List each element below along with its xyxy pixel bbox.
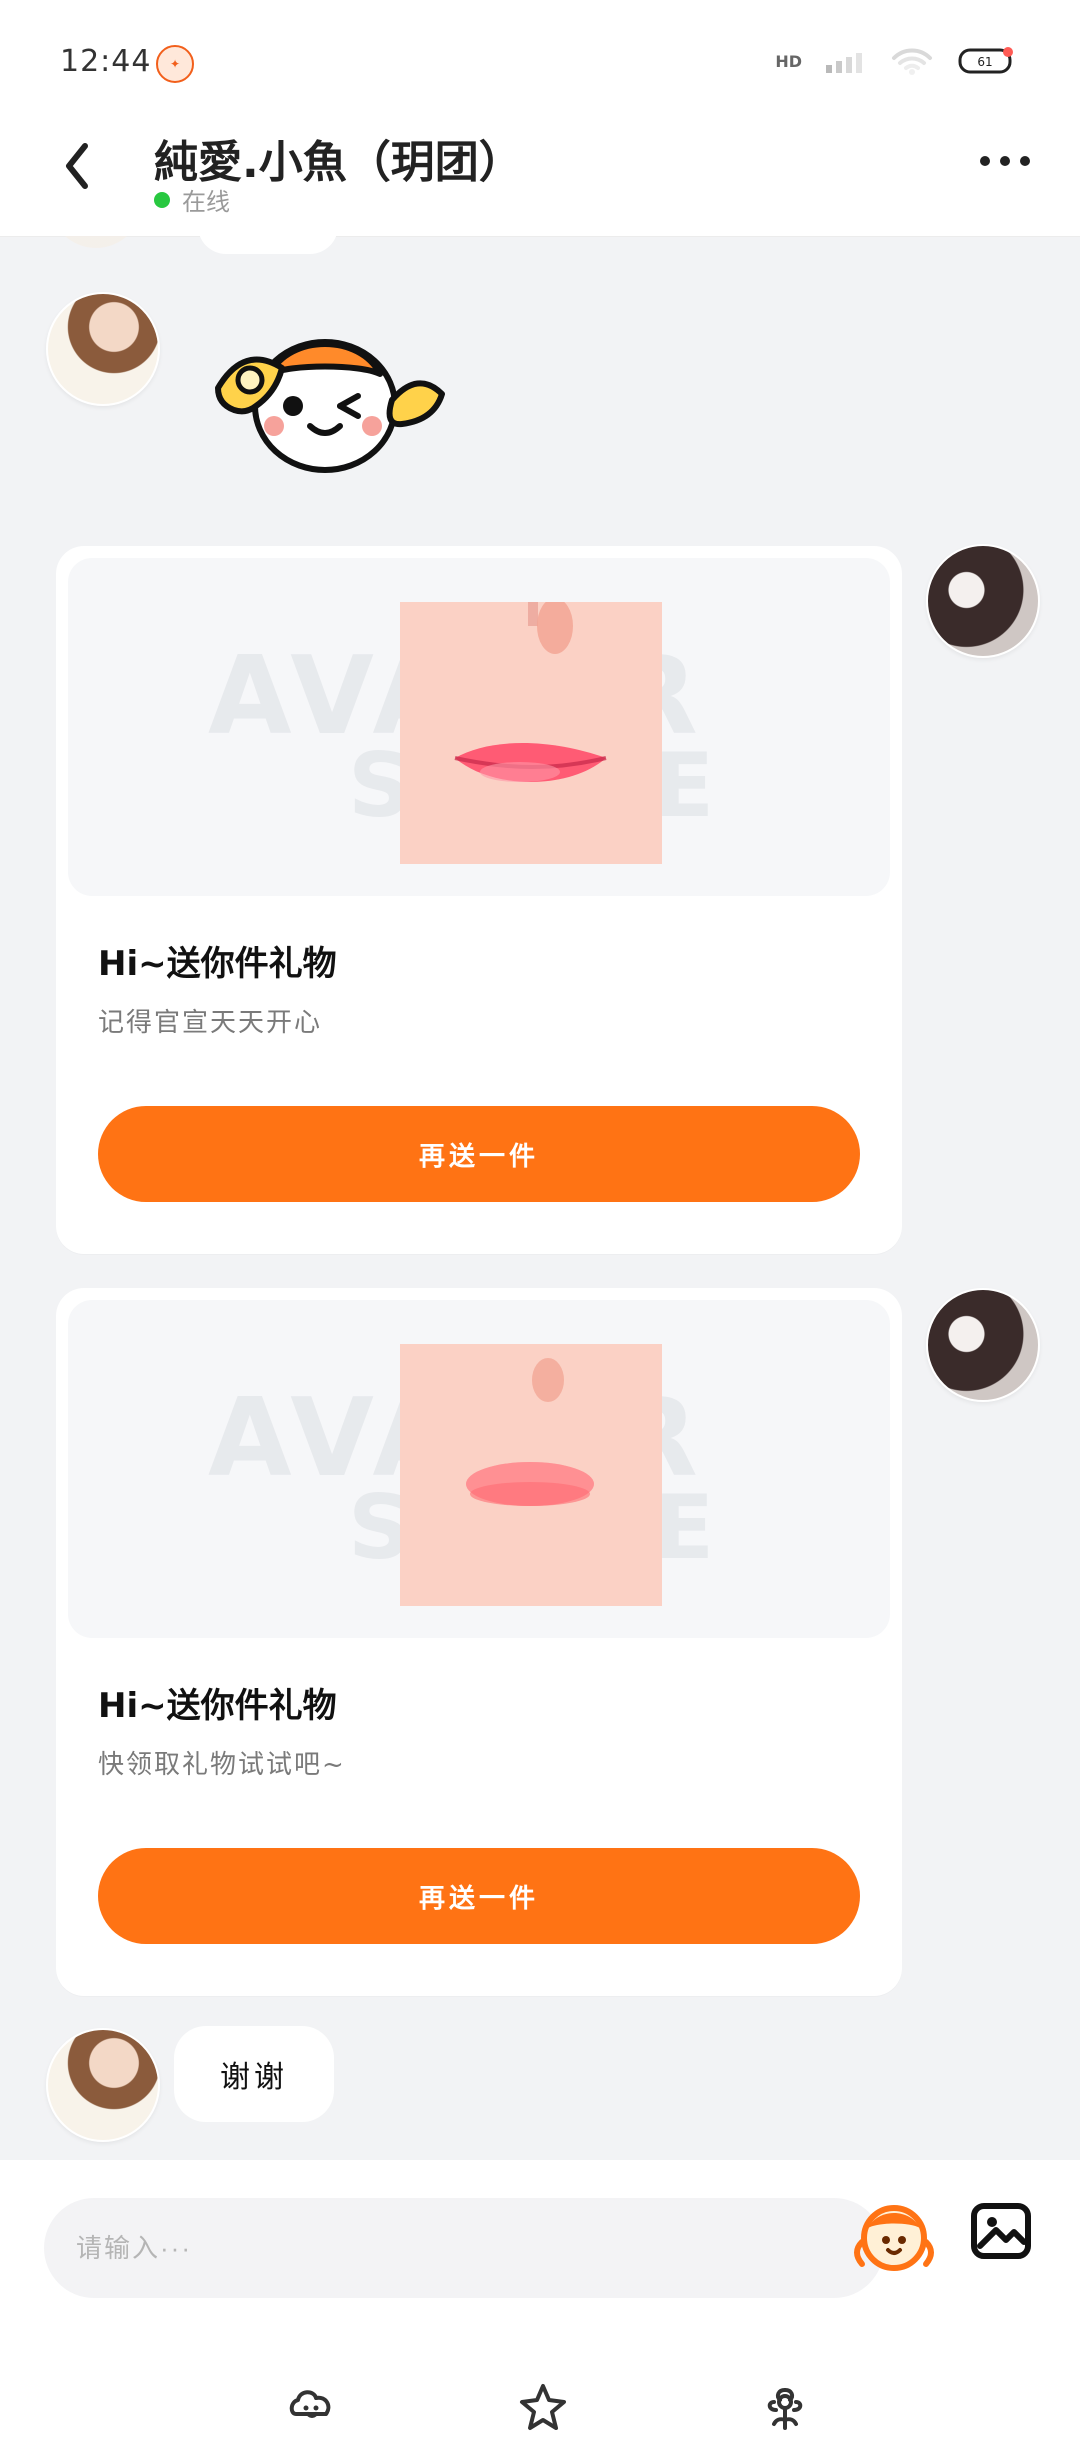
image-button[interactable] xyxy=(966,2196,1036,2266)
bottom-icons xyxy=(0,2380,1080,2440)
presence-row: 在线 xyxy=(154,182,230,217)
back-button[interactable] xyxy=(54,140,98,196)
gift-image xyxy=(400,598,662,864)
more-button[interactable] xyxy=(980,156,1030,166)
gift-description: 快领取礼物试试吧~ xyxy=(98,1750,346,1780)
contact-avatar[interactable] xyxy=(46,2028,160,2142)
composer xyxy=(0,2160,1080,2460)
gift-card: AVATAR STORE Hi~送你件礼物 快领取礼物试试吧~ 再送一件 xyxy=(56,1288,902,1996)
message-bubble: 谢谢 xyxy=(174,2026,334,2122)
gift-card: AVATAR STORE Hi~送你件礼物 记得官宣天天开心 再送一件 xyxy=(56,546,902,1254)
status-right: HD 61 xyxy=(775,44,1020,78)
tab-cloud[interactable] xyxy=(284,2380,338,2434)
online-dot xyxy=(154,191,170,208)
svg-text:61: 61 xyxy=(977,55,992,69)
chevron-left-icon xyxy=(61,140,91,196)
message-bubble xyxy=(198,236,338,254)
message-input[interactable] xyxy=(44,2198,884,2298)
tab-star[interactable] xyxy=(516,2380,570,2434)
my-avatar[interactable] xyxy=(926,544,1040,658)
presence-text: 在线 xyxy=(182,188,230,216)
my-avatar[interactable] xyxy=(926,1288,1040,1402)
gift-image xyxy=(400,1344,662,1606)
gift-preview: AVATAR STORE xyxy=(68,1300,890,1638)
gift-title: Hi~送你件礼物 xyxy=(98,1686,337,1726)
battery-icon: 61 xyxy=(956,44,1020,78)
avatar xyxy=(50,236,142,248)
tab-flower[interactable] xyxy=(758,2380,812,2434)
chat-header: 純愛.小魚（玥团） 在线 xyxy=(0,120,1080,236)
top-bar: 12:44 ✦ HD 61 純愛.小魚（玥团） 在线 xyxy=(0,0,1080,237)
status-time: 12:44 xyxy=(60,44,152,79)
notification-badge-icon: ✦ xyxy=(156,45,194,83)
signal-icon xyxy=(824,47,868,75)
more-dots-icon xyxy=(980,156,990,166)
mascot-icon xyxy=(852,2205,936,2282)
star-icon xyxy=(516,2384,570,2438)
status-bar: 12:44 ✦ HD 61 xyxy=(0,0,1080,120)
wifi-icon xyxy=(890,46,934,76)
chat-title: 純愛.小魚（玥团） xyxy=(154,137,523,188)
image-icon xyxy=(966,2203,1036,2270)
mascot-sticker-icon xyxy=(200,314,450,494)
network-type: HD xyxy=(775,51,802,71)
gift-description: 记得官宣天天开心 xyxy=(98,1008,323,1038)
cloud-face-icon xyxy=(284,2390,338,2438)
send-again-button[interactable]: 再送一件 xyxy=(98,1106,860,1202)
chat-area[interactable]: AVATAR STORE Hi~送你件礼物 记得官宣天天开心 再送一件 AVAT… xyxy=(0,236,1080,2160)
gift-preview: AVATAR STORE xyxy=(68,558,890,896)
gift-title: Hi~送你件礼物 xyxy=(98,944,337,984)
flower-icon xyxy=(758,2388,812,2438)
send-again-button[interactable]: 再送一件 xyxy=(98,1848,860,1944)
sticker-button[interactable] xyxy=(852,2194,936,2278)
contact-avatar[interactable] xyxy=(46,292,160,406)
